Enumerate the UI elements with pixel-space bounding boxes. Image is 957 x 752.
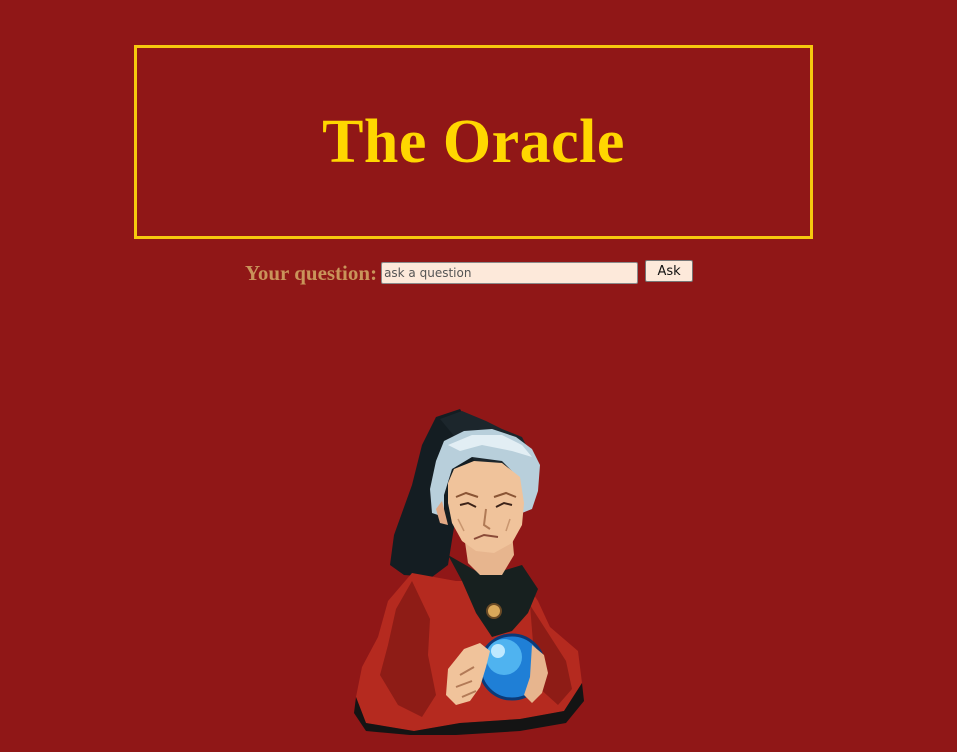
oracle-illustration bbox=[354, 409, 584, 735]
question-input[interactable] bbox=[381, 261, 639, 284]
question-label: Your question: bbox=[245, 261, 378, 285]
ask-button[interactable]: Ask bbox=[645, 260, 694, 282]
title-frame: The Oracle bbox=[134, 45, 813, 239]
question-form: Your question: Ask bbox=[245, 259, 694, 286]
page-title: The Oracle bbox=[322, 107, 625, 176]
